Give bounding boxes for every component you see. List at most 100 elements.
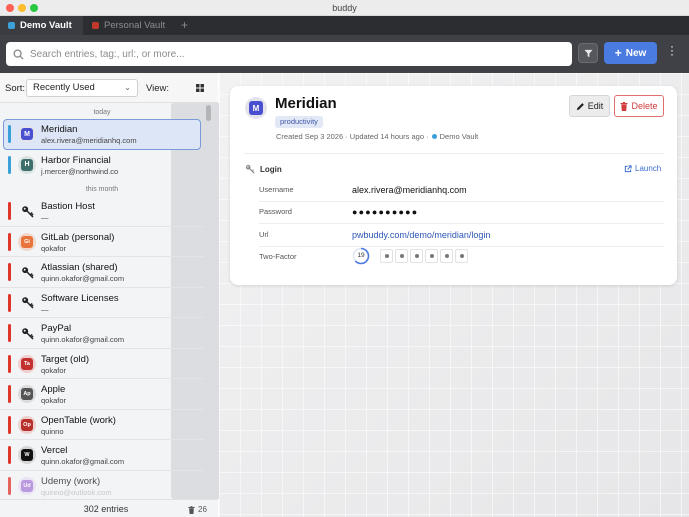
otp-digit bbox=[440, 249, 453, 263]
launch-link[interactable]: Launch bbox=[624, 164, 661, 173]
entry-avatar: W bbox=[18, 446, 36, 464]
entry-name: Harbor Financial bbox=[41, 154, 111, 166]
pencil-icon bbox=[576, 102, 584, 110]
entry-subtitle: quinn.okafor@gmail.com bbox=[41, 335, 125, 344]
trash-icon bbox=[188, 505, 195, 514]
list-scrollbar[interactable] bbox=[206, 104, 212, 499]
filter-button[interactable] bbox=[578, 43, 598, 63]
list-item[interactable]: Ta Target (old) qokafor bbox=[0, 349, 204, 379]
field-label: Url bbox=[259, 230, 269, 239]
more-menu-button[interactable]: · · · bbox=[667, 39, 677, 61]
tab-bar: Demo Vault Personal Vault + bbox=[0, 16, 689, 35]
section-label: Login bbox=[260, 164, 282, 174]
section-header-login: Login bbox=[245, 164, 282, 174]
list-item[interactable]: W Vercel quinn.okafor@gmail.com bbox=[0, 440, 204, 471]
tab-personal-vault[interactable]: Personal Vault bbox=[84, 16, 176, 35]
group-header-today: today bbox=[93, 109, 111, 116]
group-header-this-month: this month bbox=[85, 186, 119, 193]
vault-color-bar bbox=[8, 202, 11, 220]
vault-color-dot bbox=[92, 22, 99, 29]
entry-subtitle: — bbox=[41, 213, 49, 222]
vault-color-bar bbox=[8, 263, 11, 281]
grid-view-button[interactable] bbox=[191, 80, 209, 96]
username-value[interactable]: alex.rivera@meridianhq.com bbox=[352, 185, 467, 195]
sort-view-row: Sort: Recently Used ⌄ View: bbox=[0, 73, 375, 499]
list-item[interactable]: Ap Apple qokafor bbox=[0, 379, 204, 410]
entry-count: 302 entries bbox=[83, 504, 129, 514]
field-label: Two-Factor bbox=[259, 252, 297, 261]
sidebar-footer: 302 entries 26 bbox=[0, 499, 218, 517]
add-tab-button[interactable]: + bbox=[181, 18, 188, 32]
entry-list: today M Meridian alex.rivera@meridianhq.… bbox=[0, 103, 204, 499]
sort-label: Sort: bbox=[5, 83, 26, 94]
toolbar: Search entries, tag:, url:, or more... +… bbox=[0, 35, 689, 73]
vault-color-bar bbox=[8, 324, 11, 342]
password-value[interactable]: ●●●●●●●●●● bbox=[352, 207, 418, 217]
entry-subtitle: j.mercer@northwind.co bbox=[41, 166, 119, 176]
entry-avatar: Ap bbox=[18, 385, 36, 403]
entry-subtitle: qokafor bbox=[41, 396, 67, 405]
entry-name: OpenTable (work) bbox=[41, 414, 116, 426]
new-entry-button[interactable]: + New bbox=[604, 42, 657, 64]
list-item[interactable]: M Meridian alex.rivera@meridianhq.com bbox=[3, 119, 201, 150]
entry-subtitle: quinn.okafor@gmail.com bbox=[41, 274, 125, 283]
entry-name: Target (old) bbox=[41, 353, 90, 365]
edit-button[interactable]: Edit bbox=[569, 95, 610, 117]
otp-code[interactable]: 19 bbox=[352, 247, 470, 265]
field-label: Password bbox=[259, 207, 292, 216]
vault-color-bar bbox=[8, 446, 11, 464]
entry-subtitle: qokafor bbox=[41, 365, 67, 375]
otp-digit bbox=[425, 249, 438, 263]
entry-avatar: Op bbox=[18, 415, 36, 434]
url-link[interactable]: pwbuddy.com/demo/meridian/login bbox=[352, 230, 490, 240]
divider bbox=[244, 153, 664, 154]
meta-dates: Created Sep 3 2026 · Updated 14 hours ag… bbox=[276, 132, 429, 141]
entry-subtitle: — bbox=[41, 304, 49, 314]
entry-name: PayPal bbox=[41, 323, 72, 334]
sort-select[interactable]: Recently Used ⌄ bbox=[26, 79, 138, 97]
key-icon bbox=[18, 324, 36, 342]
entry-title: Meridian bbox=[275, 95, 337, 112]
vault-color-bar bbox=[8, 476, 11, 495]
list-item[interactable]: Op OpenTable (work) quinno bbox=[0, 410, 204, 440]
entry-avatar: Ud bbox=[18, 476, 36, 495]
detail-pane: M Meridian productivity Created Sep 3 20… bbox=[219, 73, 689, 517]
tab-demo-vault[interactable]: Demo Vault bbox=[0, 16, 83, 35]
title-bar: buddy bbox=[0, 0, 689, 16]
filter-icon bbox=[583, 49, 593, 57]
otp-seconds: 19 bbox=[357, 252, 365, 259]
grid-icon bbox=[196, 84, 204, 92]
scroll-thumb[interactable] bbox=[206, 105, 211, 121]
list-item[interactable]: H Harbor Financial j.mercer@northwind.co bbox=[0, 150, 204, 181]
list-item[interactable]: Bastion Host — bbox=[0, 196, 204, 227]
list-item[interactable]: Software Licenses — bbox=[0, 288, 204, 318]
entry-name: Vercel bbox=[41, 445, 68, 456]
otp-digit bbox=[395, 249, 408, 263]
trash-count: 26 bbox=[198, 505, 207, 514]
entry-name: Atlassian (shared) bbox=[41, 262, 118, 273]
field-row-password: Password ●●●●●●●●●● bbox=[259, 202, 664, 224]
search-input[interactable]: Search entries, tag:, url:, or more... bbox=[6, 42, 572, 66]
entry-avatar: H bbox=[18, 155, 36, 174]
field-row-username: Username alex.rivera@meridianhq.com bbox=[259, 180, 664, 202]
field-row-url: Url pwbuddy.com/demo/meridian/login bbox=[259, 225, 664, 247]
trash-button[interactable]: 26 bbox=[188, 505, 207, 514]
entry-subtitle: qokafor bbox=[41, 243, 67, 253]
key-icon bbox=[18, 202, 36, 220]
list-item[interactable]: Atlassian (shared) quinn.okafor@gmail.co… bbox=[0, 257, 204, 288]
list-item[interactable]: Gi GitLab (personal) qokafor bbox=[0, 227, 204, 257]
entry-sidebar: Sort: Recently Used ⌄ View: today M Meri… bbox=[0, 73, 375, 517]
window-title: buddy bbox=[332, 3, 357, 13]
edit-label: Edit bbox=[587, 101, 604, 111]
list-item[interactable]: PayPal quinn.okafor@gmail.com bbox=[0, 318, 204, 349]
delete-button[interactable]: Delete bbox=[614, 95, 664, 117]
vault-color-dot bbox=[431, 134, 437, 139]
vault-color-bar bbox=[8, 354, 11, 373]
list-item[interactable]: Ud Udemy (work) quinno@outlook.com bbox=[0, 471, 204, 500]
tag-badge[interactable]: productivity bbox=[275, 116, 323, 128]
entry-subtitle: quinno bbox=[41, 426, 64, 436]
trash-icon bbox=[620, 101, 628, 111]
vault-color-dot bbox=[8, 22, 15, 29]
more-vertical-icon: · · · bbox=[670, 39, 674, 61]
field-label: Username bbox=[259, 185, 294, 194]
